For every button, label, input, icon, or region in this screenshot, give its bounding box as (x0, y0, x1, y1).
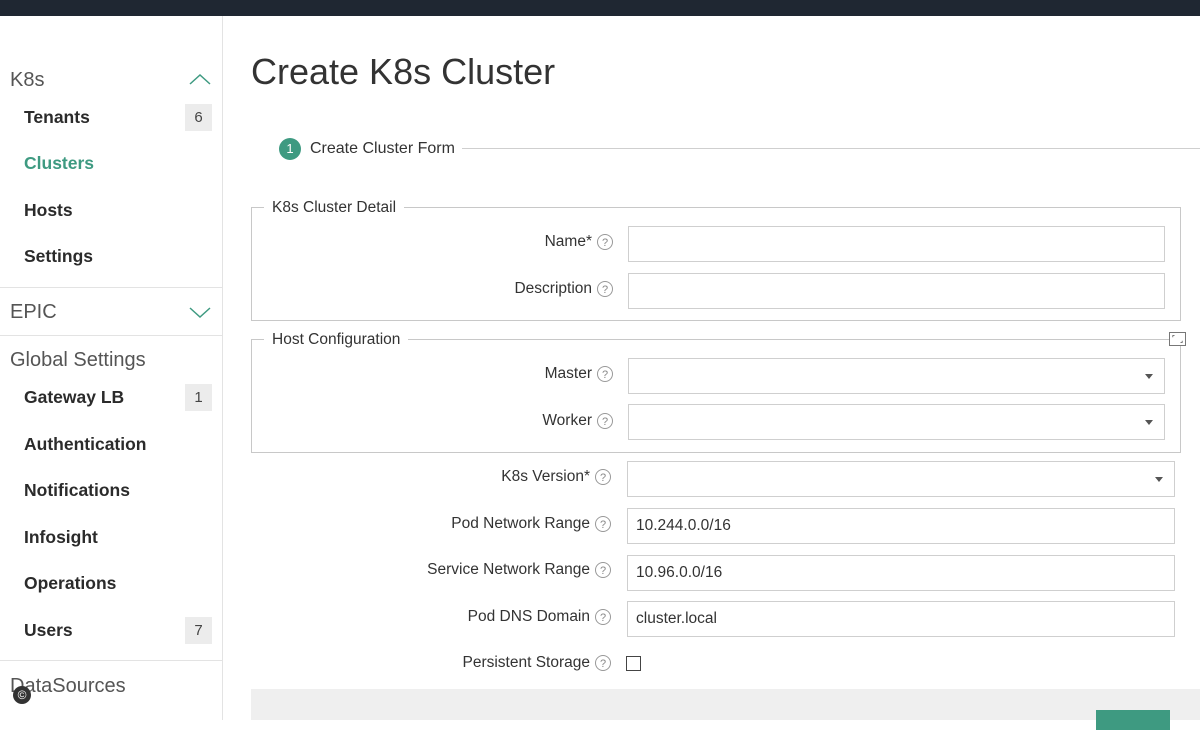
master-label: Master (544, 365, 592, 382)
sidebar-item-label: Settings (24, 246, 94, 266)
persistent-storage-checkbox[interactable] (626, 656, 641, 671)
sidebar-item-label: Authentication (24, 434, 147, 454)
copyright-icon: © (13, 686, 31, 704)
chevron-up-icon[interactable] (188, 68, 212, 92)
help-icon[interactable]: ? (595, 469, 611, 485)
sidebar-item-notifications[interactable]: Notifications (24, 478, 212, 502)
help-icon[interactable]: ? (595, 562, 611, 578)
sidebar-section-datasources[interactable]: DataSources (10, 674, 212, 698)
help-icon[interactable]: ? (595, 609, 611, 625)
sidebar-item-gateway-lb[interactable]: Gateway LB 1 (24, 384, 212, 411)
worker-select[interactable] (628, 404, 1165, 440)
help-icon[interactable]: ? (595, 516, 611, 532)
step-label: Create Cluster Form (310, 140, 455, 157)
worker-label: Worker (542, 412, 592, 429)
dropdown-caret-icon (1145, 420, 1153, 425)
sidebar-item-tenants[interactable]: Tenants 6 (24, 104, 212, 131)
page-title: Create K8s Cluster (251, 51, 556, 92)
help-icon[interactable]: ? (597, 234, 613, 250)
sidebar-item-label: Notifications (24, 480, 130, 500)
k8s-version-select[interactable] (627, 461, 1175, 497)
sidebar-item-authentication[interactable]: Authentication (24, 432, 212, 456)
sidebar-section-label: Global Settings (10, 349, 146, 371)
name-input[interactable] (628, 226, 1165, 262)
step-number-badge: 1 (279, 138, 301, 160)
k8s-version-label: K8s Version* (501, 468, 590, 485)
next-button[interactable] (1096, 710, 1170, 730)
sidebar-item-label: Infosight (24, 527, 98, 547)
count-badge: 7 (185, 617, 212, 644)
sidebar-item-label: Operations (24, 573, 117, 593)
sidebar-item-infosight[interactable]: Infosight (24, 525, 212, 549)
top-bar (0, 0, 1200, 16)
sidebar-section-k8s[interactable]: K8s (10, 68, 212, 92)
sidebar-section-global-settings: Global Settings (10, 348, 212, 372)
service-network-range-input[interactable] (627, 555, 1175, 591)
persistent-storage-label: Persistent Storage (462, 654, 590, 671)
form-footer (251, 689, 1200, 720)
dropdown-caret-icon (1155, 477, 1163, 482)
sidebar-item-label: Clusters (24, 153, 95, 173)
pod-dns-domain-input[interactable] (627, 601, 1175, 637)
description-label: Description (514, 280, 592, 297)
help-icon[interactable]: ? (597, 281, 613, 297)
sidebar-item-label: Gateway LB (24, 387, 125, 407)
sidebar-divider (0, 335, 222, 336)
count-badge: 1 (185, 384, 212, 411)
count-badge: 6 (185, 104, 212, 131)
sidebar-item-hosts[interactable]: Hosts (24, 198, 212, 222)
pod-network-range-label: Pod Network Range (451, 515, 590, 532)
dropdown-caret-icon (1145, 374, 1153, 379)
fieldset-legend: Host Configuration (264, 330, 409, 350)
sidebar-divider (0, 287, 222, 288)
expand-icon[interactable] (1169, 332, 1186, 346)
fieldset-legend: K8s Cluster Detail (264, 198, 405, 218)
sidebar-item-label: Hosts (24, 200, 73, 220)
master-select[interactable] (628, 358, 1165, 394)
description-input[interactable] (628, 273, 1165, 309)
chevron-down-icon[interactable] (188, 300, 212, 324)
sidebar-section-label: K8s (10, 69, 45, 91)
sidebar-item-label: Tenants (24, 107, 90, 127)
sidebar: K8s Tenants 6 Clusters Hosts Settings EP… (0, 16, 223, 720)
name-label: Name* (544, 233, 592, 250)
sidebar-divider (0, 660, 222, 661)
sidebar-item-operations[interactable]: Operations (24, 571, 212, 595)
pod-dns-domain-label: Pod DNS Domain (467, 608, 590, 625)
sidebar-item-clusters[interactable]: Clusters (24, 151, 212, 175)
sidebar-item-label: Users (24, 620, 73, 640)
step-divider (462, 148, 1200, 149)
sidebar-section-epic[interactable]: EPIC (10, 300, 212, 324)
pod-network-range-input[interactable] (627, 508, 1175, 544)
sidebar-item-settings[interactable]: Settings (24, 244, 212, 268)
help-icon[interactable]: ? (597, 413, 613, 429)
sidebar-item-users[interactable]: Users 7 (24, 617, 212, 644)
help-icon[interactable]: ? (597, 366, 613, 382)
service-network-range-label: Service Network Range (427, 561, 590, 578)
help-icon[interactable]: ? (595, 655, 611, 671)
sidebar-section-label: EPIC (10, 301, 57, 323)
